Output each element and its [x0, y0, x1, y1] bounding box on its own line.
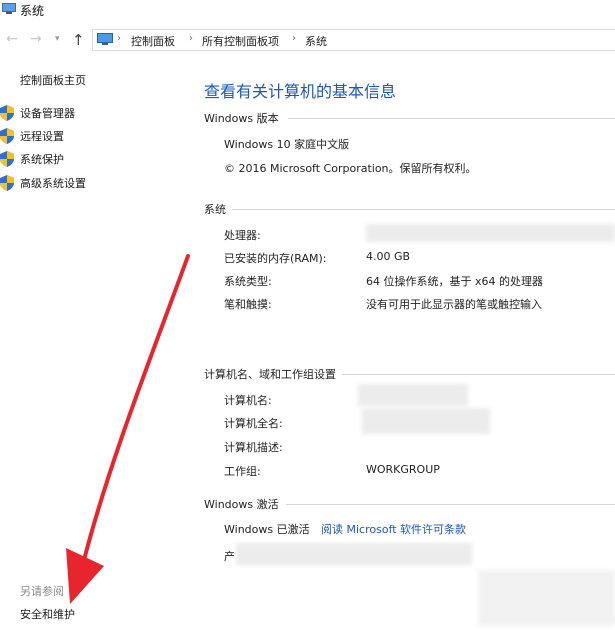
breadcrumb-all-items[interactable]: 所有控制面板项: [202, 33, 279, 49]
breadcrumb-separator-icon: ›: [292, 33, 296, 44]
product-id-value-redacted: [236, 543, 472, 565]
section-heading-system: 系统: [204, 203, 226, 216]
section-divider: [342, 374, 615, 375]
forward-arrow-icon[interactable]: →: [30, 32, 42, 46]
up-arrow-icon[interactable]: ↑: [72, 31, 85, 49]
breadcrumb-system[interactable]: 系统: [305, 33, 327, 49]
change-product-key-redacted: [478, 570, 615, 626]
workgroup-value: WORKGROUP: [366, 463, 440, 476]
activation-status: Windows 已激活: [224, 523, 310, 536]
shield-icon: [0, 105, 14, 121]
breadcrumb-separator-icon: ›: [189, 33, 193, 44]
back-arrow-icon[interactable]: ←: [6, 32, 18, 46]
control-panel-home-link[interactable]: 控制面板主页: [20, 72, 86, 88]
section-divider: [288, 118, 615, 119]
computer-name-label: 计算机名:: [224, 394, 272, 407]
breadcrumb-control-panel[interactable]: 控制面板: [131, 33, 175, 49]
see-also-heading: 另请参阅: [20, 585, 64, 598]
full-computer-name-value-redacted: [362, 408, 490, 434]
page-title: 查看有关计算机的基本信息: [204, 82, 397, 101]
breadcrumb-separator-icon: ›: [117, 33, 121, 44]
workgroup-label: 工作组:: [224, 465, 261, 478]
section-divider: [286, 504, 615, 505]
section-heading-windows-edition: Windows 版本: [204, 112, 279, 125]
pen-touch-value: 没有可用于此显示器的笔或触控输入: [366, 298, 542, 311]
ram-label: 已安装的内存(RAM):: [224, 252, 327, 265]
section-heading-windows-activation: Windows 激活: [204, 498, 279, 511]
title-bar: 系统: [0, 0, 615, 24]
processor-value-redacted: [366, 224, 615, 242]
copyright-text: © 2016 Microsoft Corporation。保留所有权利。: [224, 162, 477, 175]
ram-value: 4.00 GB: [366, 250, 411, 263]
computer-description-label: 计算机描述:: [224, 441, 283, 454]
shield-icon: [0, 151, 14, 167]
address-bar[interactable]: › 控制面板 › 所有控制面板项 › 系统: [92, 29, 615, 51]
recent-locations-chevron-icon[interactable]: ▾: [55, 34, 60, 44]
sidebar-item-label: 远程设置: [20, 130, 64, 143]
sidebar-item-label: 设备管理器: [20, 107, 75, 120]
window-title: 系统: [20, 4, 45, 18]
control-panel-icon: [97, 33, 113, 45]
shield-icon: [0, 175, 14, 191]
product-id-label: 产: [224, 550, 235, 563]
computer-name-value-redacted: [358, 384, 468, 406]
section-heading-computer-name: 计算机名、域和工作组设置: [204, 368, 336, 381]
computer-icon: [2, 3, 16, 14]
section-divider: [232, 209, 615, 210]
shield-icon: [0, 128, 14, 144]
full-computer-name-label: 计算机全名:: [224, 417, 283, 430]
sidebar-item-label: 系统保护: [20, 153, 64, 166]
pen-touch-label: 笔和触摸:: [224, 298, 272, 311]
system-type-value: 64 位操作系统，基于 x64 的处理器: [366, 275, 543, 288]
license-terms-link[interactable]: 阅读 Microsoft 软件许可条款: [321, 521, 466, 537]
processor-label: 处理器:: [224, 229, 261, 242]
security-and-maintenance-link[interactable]: 安全和维护: [20, 606, 75, 622]
system-type-label: 系统类型:: [224, 275, 272, 288]
windows-edition-name: Windows 10 家庭中文版: [224, 138, 350, 151]
sidebar-item-label: 高级系统设置: [20, 177, 86, 190]
